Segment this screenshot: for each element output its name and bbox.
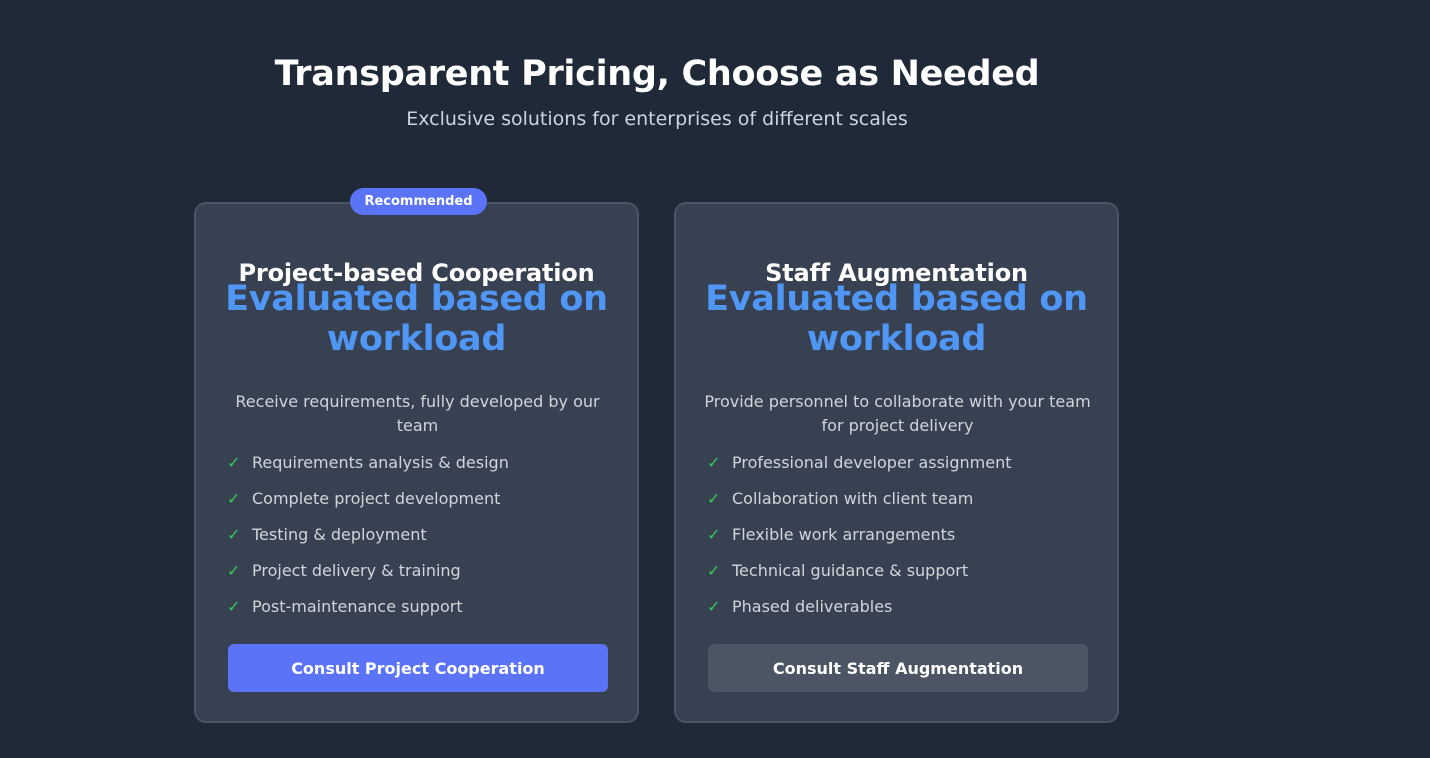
plan-description: Provide personnel to collaborate with yo…: [704, 392, 1091, 435]
price-line-2: workload: [806, 319, 987, 359]
feature-list: ✓ Requirements analysis & design ✓ Complet…: [227, 444, 509, 624]
feature-item: ✓ Collaboration with client team: [707, 480, 1012, 516]
feature-label: Phased deliverables: [732, 596, 893, 616]
feature-item: ✓ Post-maintenance support: [227, 588, 509, 624]
feature-label: Post-maintenance support: [252, 596, 463, 616]
check-icon: ✓: [707, 560, 721, 580]
feature-item: ✓ Complete project development: [227, 480, 509, 516]
feature-label: Project delivery & training: [252, 560, 461, 580]
consult-staff-augmentation-button[interactable]: Consult Staff Augmentation: [708, 644, 1088, 692]
check-icon: ✓: [707, 596, 721, 616]
feature-label: Collaboration with client team: [732, 488, 974, 508]
check-icon: ✓: [707, 488, 721, 508]
check-icon: ✓: [227, 452, 241, 472]
recommended-badge: Recommended: [350, 188, 487, 215]
feature-label: Technical guidance & support: [732, 560, 969, 580]
plan-description: Receive requirements, fully developed by…: [235, 392, 600, 435]
plan-price: Evaluated based on workload: [196, 279, 637, 359]
price-line-1: Evaluated based on: [705, 279, 1088, 319]
check-icon: ✓: [707, 452, 721, 472]
feature-label: Complete project development: [252, 488, 501, 508]
feature-item: ✓ Testing & deployment: [227, 516, 509, 552]
check-icon: ✓: [707, 524, 721, 544]
feature-item: ✓ Flexible work arrangements: [707, 516, 1012, 552]
check-icon: ✓: [227, 524, 241, 544]
price-line-2: workload: [326, 319, 507, 359]
check-icon: ✓: [227, 560, 241, 580]
feature-item: ✓ Phased deliverables: [707, 588, 1012, 624]
feature-label: Requirements analysis & design: [252, 452, 509, 472]
pricing-title: Transparent Pricing, Choose as Needed: [274, 54, 1040, 94]
consult-project-cooperation-button[interactable]: Consult Project Cooperation: [228, 644, 608, 692]
feature-item: ✓ Project delivery & training: [227, 552, 509, 588]
price-line-1: Evaluated based on: [225, 279, 608, 319]
pricing-header: Transparent Pricing, Choose as Needed Ex…: [0, 52, 1314, 131]
check-icon: ✓: [227, 488, 241, 508]
feature-label: Testing & deployment: [252, 524, 427, 544]
plan-price: Evaluated based on workload: [676, 279, 1117, 359]
feature-item: ✓ Professional developer assignment: [707, 444, 1012, 480]
check-icon: ✓: [227, 596, 241, 616]
feature-item: ✓ Technical guidance & support: [707, 552, 1012, 588]
plan-card-staff-augmentation: Staff Augmentation Evaluated based on wo…: [674, 202, 1119, 723]
feature-label: Professional developer assignment: [732, 452, 1012, 472]
plan-card-project-cooperation: Recommended Project-based Cooperation Ev…: [194, 188, 639, 723]
feature-label: Flexible work arrangements: [732, 524, 956, 544]
feature-item: ✓ Requirements analysis & design: [227, 444, 509, 480]
feature-list: ✓ Professional developer assignment ✓ Coll…: [707, 444, 1012, 624]
pricing-subtitle: Exclusive solutions for enterprises of d…: [406, 108, 908, 130]
